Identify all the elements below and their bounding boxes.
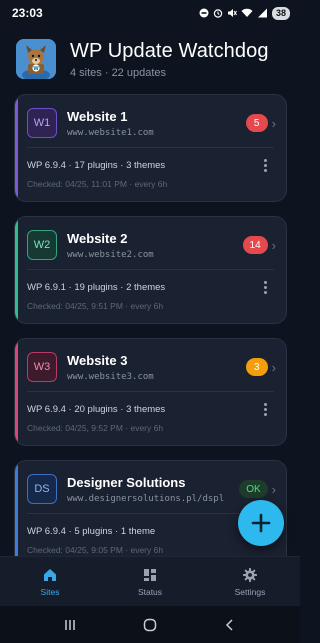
site-avatar: DS [27, 474, 57, 504]
alarm-icon [213, 9, 223, 18]
site-meta: WP 6.9.4 · 17 plugins · 3 themes [27, 159, 166, 171]
mute-icon [227, 9, 237, 17]
wifi-icon [241, 8, 253, 17]
divider [27, 513, 274, 514]
card-accent [15, 461, 18, 567]
svg-text:W: W [33, 66, 39, 72]
divider [27, 147, 274, 148]
more-options-icon[interactable] [258, 402, 272, 416]
divider [27, 391, 274, 392]
updates-badge: 14 [242, 236, 268, 254]
chevron-right-icon[interactable]: › [272, 360, 276, 375]
dashboard-icon [144, 568, 156, 581]
app-subtitle: 4 sites · 22 updates [70, 66, 167, 79]
site-url: www.website1.com [67, 127, 154, 138]
site-name: Website 3 [67, 352, 128, 368]
nav-status[interactable]: Status [100, 557, 200, 606]
battery-indicator: 38 [271, 6, 290, 20]
status-time: 23:03 [12, 6, 43, 20]
nav-settings[interactable]: Settings [200, 557, 300, 606]
last-checked: Checked: 04/25, 11:01 PM · every 6h [27, 179, 168, 189]
plus-icon [251, 513, 271, 533]
last-checked: Checked: 04/25, 9:52 PM · every 6h [27, 423, 164, 433]
status-bar: 23:03 38 [0, 0, 300, 26]
status-icons: 38 [199, 6, 290, 20]
site-card[interactable]: W3 Website 3 www.website3.com 3 › WP 6.9… [14, 338, 287, 446]
updates-badge: 3 [245, 358, 268, 376]
bottom-navigation: Sites Status Settings [0, 556, 300, 606]
card-accent [15, 217, 18, 323]
gear-icon [243, 567, 257, 582]
site-avatar: W1 [27, 108, 57, 138]
watchdog-logo-icon: W [16, 39, 56, 79]
site-meta: WP 6.9.4 · 5 plugins · 1 theme [27, 525, 156, 537]
nav-sites-label: Sites [40, 586, 60, 597]
signal-icon [257, 8, 267, 18]
site-card[interactable]: W1 Website 1 www.website1.com 5 › WP 6.9… [14, 94, 287, 202]
add-site-button[interactable] [238, 500, 284, 546]
site-url: www.website3.com [67, 371, 154, 382]
site-card[interactable]: W2 Website 2 www.website2.com 14 › WP 6.… [14, 216, 287, 324]
home-icon [44, 568, 56, 581]
chevron-right-icon[interactable]: › [272, 238, 276, 253]
updates-badge: 5 [245, 114, 268, 132]
site-name: Designer Solutions [67, 474, 186, 490]
divider [27, 269, 274, 270]
last-checked: Checked: 04/25, 9:51 PM · every 6h [27, 301, 164, 311]
card-accent [15, 339, 18, 445]
back-icon[interactable] [223, 618, 237, 632]
status-ok-badge: OK [239, 480, 268, 498]
site-url: www.website2.com [67, 249, 154, 260]
site-avatar: W2 [27, 230, 57, 260]
app-logo: W [16, 39, 56, 79]
site-avatar: W3 [27, 352, 57, 382]
last-checked: Checked: 04/25, 9:05 PM · every 6h [27, 545, 164, 555]
site-name: Website 1 [67, 108, 128, 124]
card-accent [15, 95, 18, 201]
app-header: W WP Update Watchdog 4 sites · 22 update… [16, 34, 286, 84]
more-options-icon[interactable] [258, 158, 272, 172]
site-meta: WP 6.9.1 · 19 plugins · 2 themes [27, 281, 166, 293]
do-not-disturb-icon [199, 8, 209, 18]
site-meta: WP 6.9.4 · 20 plugins · 3 themes [27, 403, 166, 415]
system-navigation [0, 606, 300, 643]
site-name: Website 2 [67, 230, 128, 246]
recent-apps-icon[interactable] [63, 618, 77, 632]
chevron-right-icon[interactable]: › [272, 116, 276, 131]
more-options-icon[interactable] [258, 280, 272, 294]
app-title: WP Update Watchdog [70, 39, 269, 62]
site-url: www.designersolutions.pl/dspl [67, 493, 225, 504]
chevron-right-icon[interactable]: › [272, 482, 276, 497]
nav-sites[interactable]: Sites [0, 557, 100, 606]
nav-settings-label: Settings [234, 586, 266, 597]
home-button-icon[interactable] [143, 618, 157, 632]
nav-status-label: Status [137, 586, 163, 597]
